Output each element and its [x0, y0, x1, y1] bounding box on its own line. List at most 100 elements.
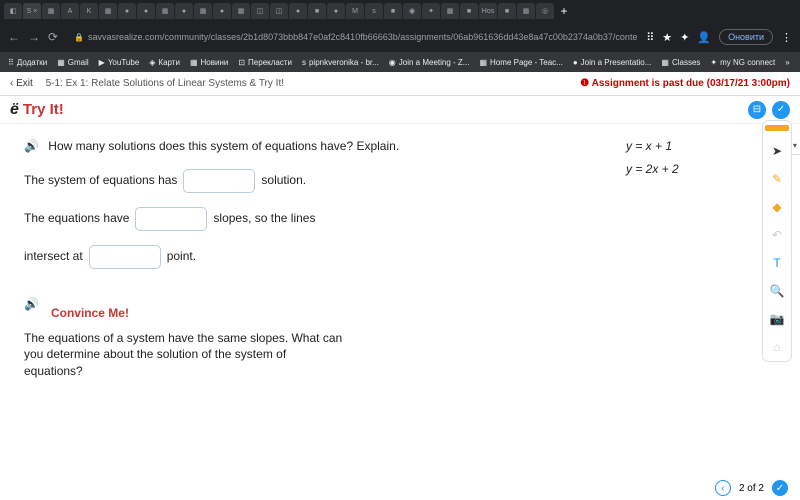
browser-tab[interactable]: ✦	[422, 3, 440, 19]
bookmark-pipnk[interactable]: s pipnkveronika - br...	[302, 58, 379, 67]
browser-tab[interactable]: ▦	[99, 3, 117, 19]
bookmark-ng[interactable]: ✦ my NG connect	[710, 58, 775, 67]
pointer-tool-icon[interactable]: ➤	[767, 141, 787, 161]
browser-tab[interactable]: s	[365, 3, 383, 19]
bookmark-zoom[interactable]: ◉ Join a Meeting - Z...	[389, 58, 470, 67]
prev-page-button[interactable]: ‹	[715, 480, 731, 496]
text-tool-icon[interactable]: T	[767, 253, 787, 273]
browser-tab[interactable]: ◉	[403, 3, 421, 19]
new-tab-button[interactable]: +	[555, 3, 573, 19]
blank-input-1[interactable]	[183, 169, 255, 193]
exit-link[interactable]: ‹ Exit	[10, 78, 33, 89]
browser-tab[interactable]: ◎	[536, 3, 554, 19]
back-icon[interactable]: ←	[8, 30, 20, 44]
browser-tab[interactable]: ●	[289, 3, 307, 19]
camera-tool-icon[interactable]: 📷	[767, 309, 787, 329]
tool-rail: ➤ ✎ ◆ ↶ T 🔍 📷 ⌂	[762, 120, 792, 362]
browser-tab[interactable]: ▦	[232, 3, 250, 19]
convince-text: The equations of a system have the same …	[24, 330, 344, 380]
tab-strip: ◧ S × ▦ A K ▦ ● ● ▦ ● ▦ ● ▦ ◫ ◫ ● ■ ● M …	[0, 0, 800, 22]
home-tool-icon[interactable]: ⌂	[767, 337, 787, 357]
bookmark-classes[interactable]: ▦ Classes	[661, 58, 700, 67]
undo-tool-icon[interactable]: ↶	[767, 225, 787, 245]
browser-tab[interactable]: ▦	[441, 3, 459, 19]
bookmark-youtube[interactable]: ▶ YouTube	[99, 58, 140, 67]
pencil-tool-icon[interactable]: ✎	[767, 169, 787, 189]
bookmark-news[interactable]: ▦ Новини	[190, 58, 228, 67]
blank-input-3[interactable]	[89, 245, 161, 269]
bookmark-maps[interactable]: ◈ Карти	[149, 58, 180, 67]
bookmark-overflow[interactable]: »	[785, 58, 789, 67]
star-icon[interactable]: ★	[662, 31, 672, 44]
speaker-icon[interactable]: 🔊	[24, 296, 39, 313]
blank-input-2[interactable]	[135, 207, 207, 231]
question-block: 🔊 How many solutions does this system of…	[24, 138, 776, 380]
bookmark-homepage[interactable]: ▦ Home Page - Teac...	[479, 58, 562, 67]
profile-icon[interactable]: 👤	[697, 31, 711, 44]
browser-tab[interactable]: ◧	[4, 3, 22, 19]
browser-tab[interactable]: K	[80, 3, 98, 19]
browser-tab[interactable]: ●	[327, 3, 345, 19]
bookmark-translate[interactable]: ⊡ Перекласти	[238, 58, 292, 67]
fill-line-3: intersect at point.	[24, 245, 586, 269]
browser-tab[interactable]: ●	[137, 3, 155, 19]
equation-2: y = 2x + 2	[626, 161, 776, 178]
browser-tab[interactable]: ■	[498, 3, 516, 19]
question-prompt: How many solutions does this system of e…	[48, 139, 399, 153]
update-button[interactable]: Оновити	[719, 29, 773, 45]
browser-tab[interactable]: ■	[460, 3, 478, 19]
convince-title: Convince Me!	[51, 305, 129, 322]
warning-icon: ❶	[580, 78, 589, 89]
pagination-footer: ‹ 2 of 2 ✓	[715, 480, 788, 496]
equations-panel: y = x + 1 y = 2x + 2	[626, 138, 776, 380]
browser-tab[interactable]: A	[61, 3, 79, 19]
browser-tab[interactable]: ■	[384, 3, 402, 19]
lock-icon: 🔒	[74, 33, 84, 42]
reload-icon[interactable]: ⟳	[48, 30, 58, 44]
zoom-tool-icon[interactable]: 🔍	[767, 281, 787, 301]
extension-icon[interactable]: ✦	[680, 31, 689, 44]
bookmark-presentation[interactable]: ● Join a Presentatio...	[573, 58, 652, 67]
content-area: 🔊 How many solutions does this system of…	[0, 124, 800, 464]
menu-icon[interactable]: ⋮	[781, 31, 792, 44]
apps-button[interactable]: ⠿ Додатки	[8, 58, 47, 67]
due-warning: ❶ Assignment is past due (03/17/21 3:00p…	[580, 78, 790, 89]
browser-tab[interactable]: ■	[308, 3, 326, 19]
main-panel: 🔊 How many solutions does this system of…	[0, 124, 800, 464]
equation-1: y = x + 1	[626, 138, 776, 155]
url-text: savvasrealize.com/community/classes/2b1d…	[88, 32, 638, 42]
lesson-title: 5-1: Ex 1: Relate Solutions of Linear Sy…	[46, 78, 284, 89]
browser-tab[interactable]: ▦	[42, 3, 60, 19]
bookmark-gmail[interactable]: ▦ Gmail	[57, 58, 88, 67]
browser-tab[interactable]: ●	[175, 3, 193, 19]
bookmark-bar: ⠿ Додатки ▦ Gmail ▶ YouTube ◈ Карти ▦ Но…	[0, 52, 800, 72]
page-indicator: 2 of 2	[739, 483, 764, 494]
check-button[interactable]: ✓	[772, 101, 790, 119]
browser-tab[interactable]: ●	[213, 3, 231, 19]
browser-tab[interactable]: Hos	[479, 3, 497, 19]
e-logo: ë	[10, 101, 19, 119]
info-button[interactable]: ⊟	[748, 101, 766, 119]
browser-tab[interactable]: ◫	[270, 3, 288, 19]
translate-icon[interactable]: ⠿	[646, 31, 654, 44]
browser-tab[interactable]: M	[346, 3, 364, 19]
tryit-label: Try It!	[23, 101, 64, 118]
browser-tab[interactable]: ▦	[517, 3, 535, 19]
browser-tab[interactable]: ●	[118, 3, 136, 19]
app-header: ‹ Exit 5-1: Ex 1: Relate Solutions of Li…	[0, 72, 800, 96]
fill-line-1: The system of equations has solution.	[24, 169, 586, 193]
forward-icon[interactable]: →	[28, 30, 40, 44]
browser-chrome: ◧ S × ▦ A K ▦ ● ● ▦ ● ▦ ● ▦ ◫ ◫ ● ■ ● M …	[0, 0, 800, 52]
address-bar[interactable]: 🔒 savvasrealize.com/community/classes/2b…	[66, 28, 638, 46]
rail-handle[interactable]	[765, 125, 789, 131]
browser-tab[interactable]: ◫	[251, 3, 269, 19]
address-bar-row: ← → ⟳ 🔒 savvasrealize.com/community/clas…	[0, 22, 800, 52]
eraser-tool-icon[interactable]: ◆	[767, 197, 787, 217]
browser-tab-active[interactable]: S ×	[23, 3, 41, 19]
browser-tab[interactable]: ▦	[194, 3, 212, 19]
tryit-bar: ë Try It! ⊟ ✓ ✎ Tools ▾	[0, 96, 800, 124]
speaker-icon[interactable]: 🔊	[24, 139, 39, 153]
next-page-button[interactable]: ✓	[772, 480, 788, 496]
fill-line-2: The equations have slopes, so the lines	[24, 207, 586, 231]
browser-tab[interactable]: ▦	[156, 3, 174, 19]
